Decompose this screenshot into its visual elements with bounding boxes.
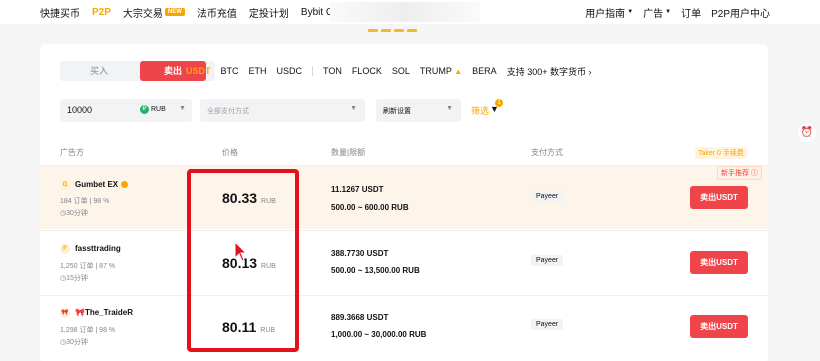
alarm-icon[interactable]: ⏰ — [798, 124, 816, 142]
avatar: G — [60, 180, 70, 190]
release-time: ◷15分钟 — [60, 273, 88, 283]
sell-usdt-button[interactable]: 卖出USDT — [690, 251, 748, 274]
payment-method-select[interactable]: 全部支付方式 ▼ — [200, 99, 365, 122]
coin-trump-label: TRUMP — [419, 66, 452, 76]
coin-btc[interactable]: BTC — [221, 66, 239, 76]
advertiser-stats: 1,250 订单 | 87 % — [60, 263, 116, 270]
payment-tag: Payeer — [531, 319, 564, 330]
payment-tag: Payeer — [531, 191, 564, 202]
more-coins-label: 支持 300+ 数字货币 — [506, 66, 586, 77]
verified-icon — [121, 181, 129, 189]
header-quantity-limit: 数量|限额 — [331, 148, 366, 157]
p2p-panel: 买入 卖出 USDT BTC ETH USDC TON FLOCK SOL TR… — [40, 44, 768, 361]
release-time-text: 15分钟 — [66, 275, 88, 282]
advertiser-name[interactable]: Gumbet EX — [75, 180, 129, 189]
nav-block-trade-label: 大宗交易 — [122, 8, 163, 20]
caret-down-icon: ▼ — [179, 105, 186, 112]
help-icon: ⓘ — [750, 170, 758, 177]
coin-trump[interactable]: TRUMP ▲ — [420, 66, 462, 76]
payment-placeholder: 全部支付方式 — [207, 108, 249, 115]
release-time: ◷30分钟 — [60, 208, 88, 218]
nav-block-trade[interactable]: 大宗交易 NEW — [123, 5, 185, 20]
amount-input[interactable]: 10000 ₽ RUB ▼ — [60, 99, 192, 122]
currency-icon: ₽ — [140, 105, 149, 114]
nav-p2p-user-center[interactable]: P2P用户中心 — [711, 5, 770, 20]
nav-ads-label: 广告 — [643, 8, 664, 20]
nav-dca[interactable]: 定投计划 — [249, 5, 289, 20]
advertiser-stats: 184 订单 | 98 % — [60, 198, 110, 205]
coin-eth[interactable]: ETH — [249, 66, 267, 76]
avatar: F — [60, 244, 70, 254]
table-row — [40, 295, 768, 359]
payment-tag: Payeer — [531, 255, 564, 266]
nav-user-guide[interactable]: 用户指南 ▼ — [585, 5, 633, 20]
nav-ads[interactable]: 广告 ▼ — [643, 5, 671, 20]
coin-usdt[interactable]: USDT — [186, 66, 211, 76]
fire-icon: ▲ — [454, 67, 463, 76]
new-badge: NEW — [164, 8, 185, 16]
coin-selector: USDT BTC ETH USDC TON FLOCK SOL TRUMP ▲ … — [186, 61, 601, 81]
quantity: 388.7730 USDT — [331, 249, 389, 258]
caret-down-icon: ▼ — [446, 105, 453, 112]
limit: 1,000.00 ~ 30,000.00 RUB — [331, 330, 427, 339]
taker-fee-badge: Taker 0 手续费 — [695, 147, 747, 159]
divider — [312, 66, 314, 76]
nav-fiat-deposit[interactable]: 法币充值 — [197, 5, 237, 20]
currency-label: RUB — [151, 106, 166, 113]
advertiser-name[interactable]: 🎀The_TraideR — [75, 308, 133, 317]
advertiser-stats: 1,298 订单 | 98 % — [60, 327, 116, 334]
nav-user-guide-label: 用户指南 — [585, 8, 626, 20]
nav-orders[interactable]: 订单 — [681, 5, 701, 20]
table-row — [40, 230, 768, 294]
banner-placeholder — [330, 2, 480, 22]
coin-ton[interactable]: TON — [323, 66, 342, 76]
more-coins-link[interactable]: 支持 300+ 数字货币 › — [507, 65, 592, 78]
coin-bera[interactable]: BERA — [472, 66, 497, 76]
avatar: 🎀 — [60, 308, 70, 318]
top-nav-right: 用户指南 ▼ 广告 ▼ 订单 P2P用户中心 — [575, 0, 770, 24]
nav-p2p[interactable]: P2P — [92, 7, 111, 18]
release-time: ◷30分钟 — [60, 337, 88, 347]
header-advertiser: 广告方 — [60, 148, 84, 157]
refresh-settings-select[interactable]: 刷新设置 ▼ — [376, 99, 461, 122]
coin-flock[interactable]: FLOCK — [352, 66, 382, 76]
header-payment: 支付方式 — [531, 148, 563, 157]
coin-sol[interactable]: SOL — [392, 66, 410, 76]
recommend-badge: 新手推荐 ⓘ — [717, 166, 762, 180]
chevron-right-icon: › — [588, 66, 592, 77]
filter-count-badge: 1 — [495, 99, 503, 107]
coin-usdc[interactable]: USDC — [277, 66, 303, 76]
limit: 500.00 ~ 600.00 RUB — [331, 203, 409, 212]
quantity: 11.1267 USDT — [331, 185, 384, 194]
quantity: 889.3668 USDT — [331, 313, 389, 322]
release-time-text: 30分钟 — [66, 210, 88, 217]
tab-buy[interactable]: 买入 — [60, 61, 138, 81]
header-price: 价格 — [222, 148, 238, 157]
advertiser-name[interactable]: fassttrading — [75, 244, 121, 253]
table-row — [40, 165, 768, 229]
caret-down-icon: ▼ — [350, 105, 357, 112]
recommend-badge-text: 新手推荐 — [721, 170, 749, 177]
amount-value: 10000 — [67, 105, 93, 115]
advertiser-name-text: Gumbet EX — [75, 180, 119, 189]
release-time-text: 30分钟 — [66, 339, 88, 346]
limit: 500.00 ~ 13,500.00 RUB — [331, 266, 420, 275]
nav-quick-buy[interactable]: 快捷买币 — [40, 5, 80, 20]
sell-usdt-button[interactable]: 卖出USDT — [690, 186, 748, 209]
mouse-cursor-icon — [234, 241, 248, 262]
banner-pagination[interactable] — [368, 29, 417, 32]
chevron-down-icon: ▼ — [665, 9, 672, 15]
sell-usdt-button[interactable]: 卖出USDT — [690, 315, 748, 338]
refresh-label: 刷新设置 — [383, 108, 411, 115]
chevron-down-icon: ▼ — [627, 9, 634, 15]
filter-button[interactable]: 筛选 — [471, 104, 489, 117]
